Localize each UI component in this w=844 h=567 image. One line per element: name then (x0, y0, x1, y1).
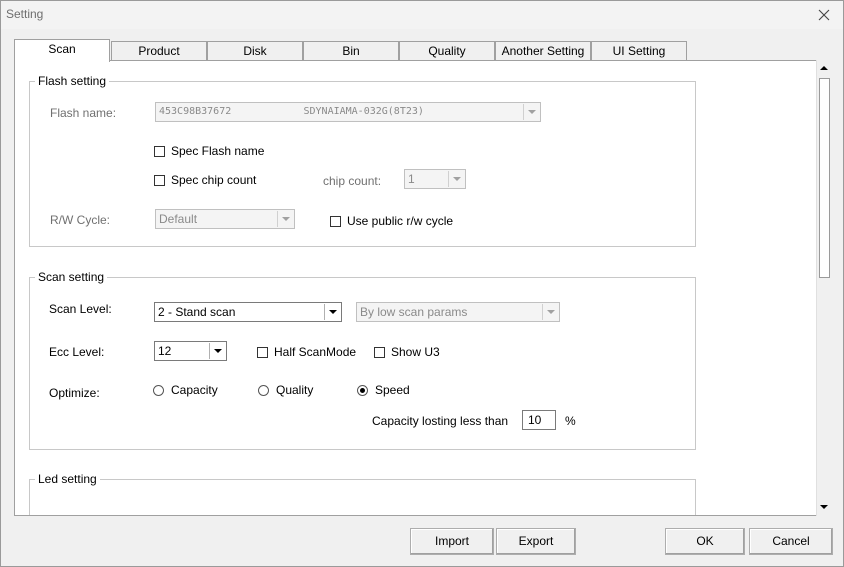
checkbox-box (330, 215, 341, 227)
tab-quality[interactable]: Quality (399, 41, 495, 61)
chevron-down-icon (542, 304, 558, 320)
flash-name-value: 453C98B37672 SDYNAIAMA-032G(8T23) (159, 106, 424, 117)
import-button[interactable]: Import (410, 528, 494, 555)
show-u3-checkbox[interactable]: Show U3 (374, 345, 440, 359)
chevron-down-icon (324, 304, 340, 320)
chip-count-combo[interactable]: 1 (404, 169, 466, 189)
chevron-down-icon (448, 171, 464, 187)
optimize-quality-label: Quality (276, 383, 314, 397)
optimize-capacity-radio[interactable]: Capacity (153, 383, 218, 397)
window-title: Setting (6, 7, 44, 21)
ok-button[interactable]: OK (665, 528, 745, 555)
scroll-down-icon[interactable] (817, 499, 832, 515)
title-bar: Setting (1, 1, 843, 29)
spec-chip-count-label: Spec chip count (171, 173, 257, 187)
tab-disk[interactable]: Disk (207, 41, 303, 61)
export-button[interactable]: Export (496, 528, 576, 555)
led-setting-group: Led setting (29, 472, 696, 515)
scan-level-value: 2 - Stand scan (158, 305, 236, 319)
use-public-rw-cycle-label: Use public r/w cycle (347, 214, 454, 228)
rw-cycle-value: Default (159, 212, 198, 226)
flash-name-combo[interactable]: 453C98B37672 SDYNAIAMA-032G(8T23) (155, 102, 541, 122)
optimize-quality-radio[interactable]: Quality (258, 383, 313, 397)
close-button[interactable] (813, 5, 835, 25)
setting-dialog: Setting Scan Product Disk Bin Quality An… (0, 0, 844, 567)
optimize-capacity-label: Capacity (171, 383, 218, 397)
spec-flash-name-checkbox[interactable]: Spec Flash name (154, 144, 264, 158)
scan-params-value: By low scan params (360, 305, 468, 319)
radio-dot (153, 384, 164, 396)
checkbox-box (154, 174, 165, 186)
scan-level-label: Scan Level: (49, 302, 112, 316)
spec-chip-count-checkbox[interactable]: Spec chip count (154, 173, 256, 187)
vertical-scrollbar[interactable] (816, 60, 832, 516)
tab-bin[interactable]: Bin (303, 41, 399, 61)
chip-count-label: chip count: (323, 174, 382, 188)
scan-params-combo[interactable]: By low scan params (356, 302, 560, 322)
chip-count-value: 1 (408, 172, 415, 186)
cancel-button[interactable]: Cancel (749, 528, 833, 555)
tab-ui-setting[interactable]: UI Setting (591, 41, 687, 61)
scroll-thumb[interactable] (819, 78, 830, 278)
checkbox-box (154, 145, 165, 157)
chevron-down-icon (209, 343, 225, 359)
optimize-speed-radio[interactable]: Speed (357, 383, 410, 397)
capacity-losting-label: Capacity losting less than (372, 414, 509, 428)
rw-cycle-label: R/W Cycle: (50, 213, 110, 227)
scan-level-combo[interactable]: 2 - Stand scan (154, 302, 342, 322)
radio-dot (258, 384, 269, 396)
tab-panel-scan: Flash setting Flash name: 453C98B37672 S… (14, 60, 832, 516)
scan-setting-legend: Scan setting (35, 270, 108, 284)
optimize-label: Optimize: (49, 386, 100, 400)
use-public-rw-cycle-checkbox[interactable]: Use public r/w cycle (330, 214, 453, 228)
ecc-level-combo[interactable]: 12 (154, 341, 227, 361)
tab-another-setting[interactable]: Another Setting (495, 41, 591, 61)
close-icon (818, 9, 830, 21)
spec-flash-name-label: Spec Flash name (171, 144, 265, 158)
percent-label: % (565, 414, 576, 428)
chevron-down-icon (277, 211, 293, 227)
scroll-content: Flash setting Flash name: 453C98B37672 S… (15, 61, 817, 515)
flash-setting-legend: Flash setting (35, 74, 110, 88)
half-scanmode-label: Half ScanMode (274, 345, 357, 359)
capacity-losting-input[interactable]: 10 (522, 410, 556, 430)
tab-scan[interactable]: Scan (14, 39, 110, 62)
scroll-up-icon[interactable] (817, 61, 832, 77)
led-setting-legend: Led setting (35, 472, 100, 486)
flash-name-label: Flash name: (50, 106, 117, 120)
tab-product[interactable]: Product (111, 41, 207, 61)
checkbox-box (257, 346, 268, 358)
half-scanmode-checkbox[interactable]: Half ScanMode (257, 345, 356, 359)
checkbox-box (374, 346, 385, 358)
optimize-speed-label: Speed (375, 383, 410, 397)
show-u3-label: Show U3 (391, 345, 440, 359)
chevron-down-icon (523, 104, 539, 120)
ecc-level-label: Ecc Level: (49, 345, 105, 359)
rw-cycle-combo[interactable]: Default (155, 209, 295, 229)
ecc-level-value: 12 (158, 344, 172, 358)
radio-dot-selected (357, 384, 368, 396)
